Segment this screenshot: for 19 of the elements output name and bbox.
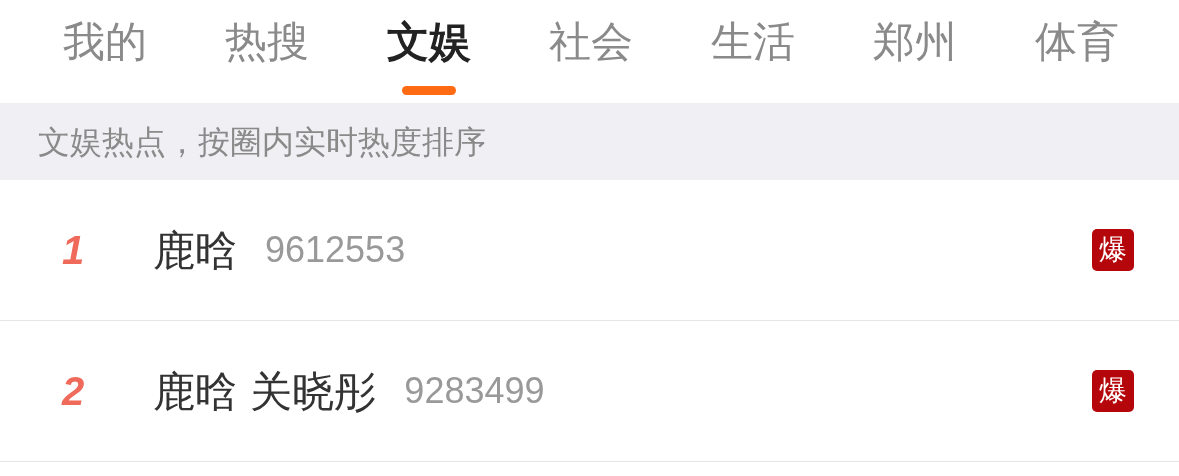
heat-count: 9612553	[265, 228, 406, 272]
category-tab[interactable]: 体育	[996, 0, 1158, 103]
trending-row[interactable]: 2 鹿晗 关晓彤 9283499 爆	[0, 321, 1179, 462]
category-tab[interactable]: 我的	[24, 0, 186, 103]
hot-badge: 爆	[1092, 370, 1134, 412]
trending-row[interactable]: 1 鹿晗 9612553 爆	[0, 180, 1179, 321]
category-tab[interactable]: 社会	[510, 0, 672, 103]
heat-count: 9283499	[404, 369, 545, 413]
category-tab[interactable]: 热搜	[186, 0, 348, 103]
topic-title: 鹿晗 关晓彤	[153, 365, 377, 418]
category-tab[interactable]: 生活	[672, 0, 834, 103]
category-tab[interactable]: 文娱	[348, 0, 510, 103]
info-banner: 文娱热点，按圈内实时热度排序	[0, 103, 1179, 180]
rank-number: 2	[60, 368, 86, 415]
topic-title: 鹿晗	[153, 224, 237, 277]
hot-badge: 爆	[1092, 229, 1134, 271]
category-tab[interactable]: 郑州	[834, 0, 996, 103]
active-tab-indicator	[402, 86, 456, 95]
rank-number: 1	[61, 227, 86, 274]
